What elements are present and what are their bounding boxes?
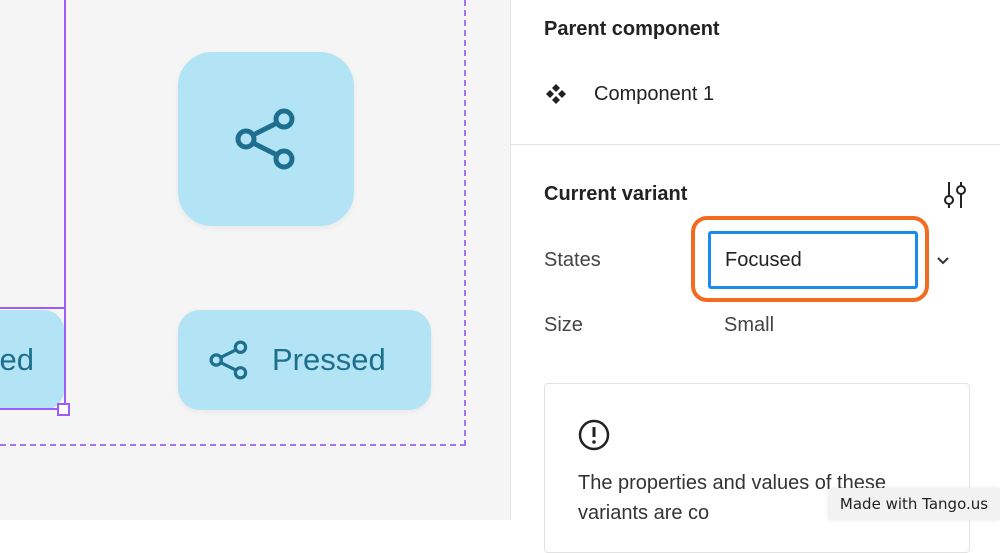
variant-icon-only[interactable] xyxy=(178,52,354,226)
component-name: Component 1 xyxy=(594,82,715,105)
states-label: States xyxy=(544,249,601,271)
resize-handle[interactable] xyxy=(57,403,70,416)
selection-edge xyxy=(0,307,66,309)
info-notice: The properties and values of these varia… xyxy=(544,383,970,553)
design-canvas[interactable]: ed Pressed xyxy=(0,0,510,520)
properties-panel: Parent component Component 1 Current var… xyxy=(510,0,1000,553)
tango-watermark: Made with Tango.us xyxy=(828,488,1000,520)
size-value[interactable]: Small xyxy=(724,314,774,337)
size-label: Size xyxy=(544,314,583,336)
section-divider xyxy=(511,144,1000,145)
component-icon xyxy=(546,84,566,104)
states-input[interactable] xyxy=(708,231,918,289)
chevron-down-icon[interactable] xyxy=(935,255,951,267)
parent-component-title: Parent component xyxy=(544,18,720,40)
pressed-label: Pressed xyxy=(272,342,386,377)
tune-icon[interactable] xyxy=(941,180,969,210)
current-variant-title: Current variant xyxy=(544,183,688,205)
info-icon xyxy=(578,419,610,451)
share-icon xyxy=(235,108,295,170)
selected-variant-outline xyxy=(0,0,66,410)
parent-component-link[interactable]: Component 1 xyxy=(544,82,714,106)
variant-pressed-button[interactable]: Pressed xyxy=(178,310,431,410)
share-icon xyxy=(209,340,248,380)
